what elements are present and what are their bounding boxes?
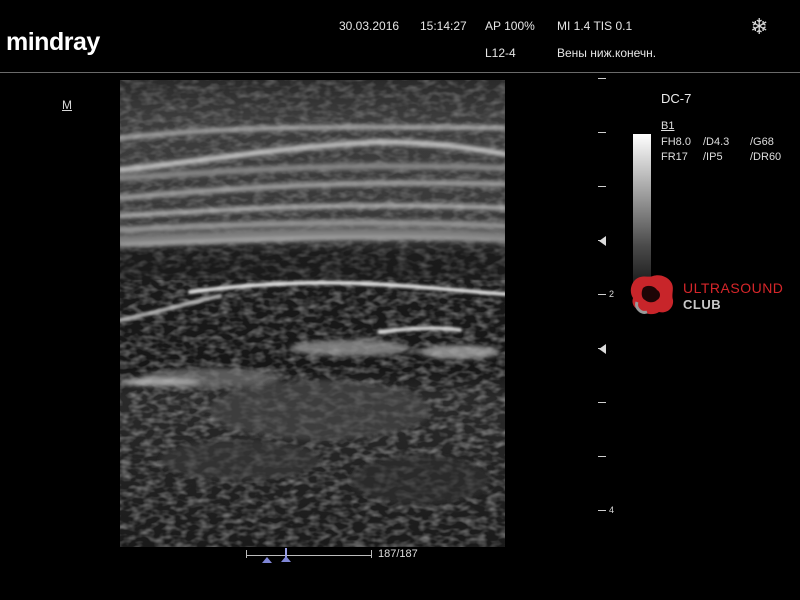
header-date: 30.03.2016 <box>339 19 400 33</box>
depth-label-2: 2 <box>609 289 615 299</box>
param-dr: /DR60 <box>750 151 782 163</box>
acoustic-power: AP 100% <box>485 19 535 33</box>
grayscale-bar <box>633 134 651 294</box>
cine-frame-counter: 187/187 <box>378 548 418 560</box>
ultrasound-club-logo-icon <box>630 275 674 315</box>
orientation-marker: M <box>62 98 72 112</box>
cine-start-marker-icon[interactable] <box>262 557 272 563</box>
cine-start-tick <box>246 550 247 558</box>
depth-tick <box>598 78 606 79</box>
ultrasound-image[interactable] <box>120 80 505 547</box>
exam-preset: Вены ниж.конечн. <box>557 46 657 60</box>
param-d: /D4.3 <box>703 136 730 148</box>
probe-type: DC-7 <box>661 91 692 106</box>
depth-tick <box>598 456 606 457</box>
depth-tick <box>598 186 606 187</box>
imaging-mode: B1 <box>661 120 675 132</box>
depth-tick <box>598 510 606 511</box>
header-divider <box>0 72 800 73</box>
probe-label: L12-4 <box>485 46 516 60</box>
depth-tick <box>598 132 606 133</box>
mi-tis-readout: MI 1.4 TIS 0.1 <box>557 19 633 33</box>
focus-marker-icon[interactable] <box>599 344 606 354</box>
header-time: 15:14:27 <box>420 19 467 33</box>
param-fh: FH8.0 <box>661 136 691 148</box>
cine-position-marker-icon[interactable] <box>281 548 291 562</box>
depth-label-4: 4 <box>609 505 615 515</box>
depth-tick <box>598 402 606 403</box>
watermark-line1: ULTRASOUND <box>683 280 784 296</box>
cine-end-tick <box>371 550 372 558</box>
snowflake-icon[interactable]: ❄ <box>750 16 768 38</box>
focus-marker-icon[interactable] <box>599 236 606 246</box>
mindray-logo: mindray <box>6 28 100 56</box>
watermark-line2: CLUB <box>683 297 722 312</box>
depth-tick <box>598 294 606 295</box>
param-fr: FR17 <box>661 151 688 163</box>
cine-scrollbar[interactable] <box>246 555 372 556</box>
param-g: /G68 <box>750 136 774 148</box>
param-ip: /IP5 <box>703 151 723 163</box>
